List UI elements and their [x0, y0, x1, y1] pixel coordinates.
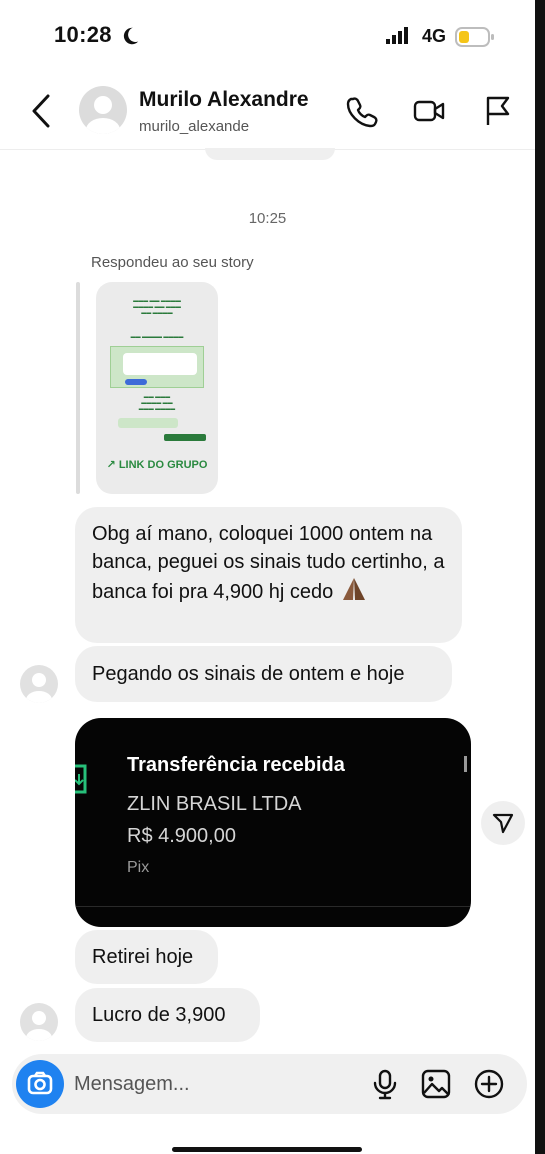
camera-icon: [27, 1071, 53, 1095]
chat-header: Murilo Alexandre murilo_alexande: [0, 76, 535, 150]
message-text: Retirei hoje: [92, 946, 194, 968]
moon-icon: [123, 27, 139, 45]
story-reply-label: Respondeu ao seu story: [91, 254, 254, 271]
message-bubble[interactable]: Lucro de 3,900: [75, 988, 260, 1042]
receipt-amount: R$ 4.900,00: [127, 825, 236, 847]
user-placeholder-icon: [26, 1011, 52, 1041]
back-arrow-icon[interactable]: [28, 92, 54, 130]
receipt-method: Pix: [127, 859, 150, 876]
add-icon[interactable]: [472, 1067, 506, 1101]
story-button: [164, 434, 206, 441]
phone-icon[interactable]: [345, 94, 379, 128]
status-time: 10:28: [54, 22, 112, 47]
receipt-divider: [75, 906, 471, 907]
receipt-company: ZLIN BRASIL LTDA: [127, 793, 302, 815]
microphone-icon[interactable]: [368, 1067, 402, 1101]
network-type: 4G: [422, 26, 447, 46]
reply-indicator-bar: [76, 282, 80, 494]
previous-message-edge: [205, 148, 335, 160]
battery-icon: [455, 27, 494, 47]
pix-transfer-icon: [75, 764, 87, 794]
home-indicator: [172, 1147, 362, 1152]
message-bubble[interactable]: Retirei hoje: [75, 930, 218, 984]
receipt-title: Transferência recebida: [127, 754, 345, 776]
message-bubble[interactable]: Pegando os sinais de ontem e hoje: [75, 646, 452, 702]
message-input[interactable]: [74, 1068, 354, 1100]
contact-avatar[interactable]: [79, 86, 127, 134]
message-composer: [12, 1054, 527, 1114]
story-quote-text: ▬▬ ▬▬▬ ▬▬▬▬ ▬▬ ▬▬▬ ▬▬▬▬: [138, 394, 176, 412]
user-placeholder-icon: [26, 673, 52, 703]
story-thumbnail[interactable]: ▬▬▬ ▬▬ ▬▬▬▬ ▬▬▬▬ ▬▬ ▬▬▬ ▬▬ ▬▬▬▬ ▬▬ ▬▬▬▬ ▬▬…: [96, 282, 218, 494]
sender-avatar[interactable]: [20, 1003, 58, 1041]
flag-icon[interactable]: [481, 94, 515, 128]
message-text: Obg aí mano, coloquei 1000 ontem na banc…: [92, 523, 445, 603]
contact-name[interactable]: Murilo Alexandre: [139, 88, 309, 112]
user-placeholder-icon: [86, 96, 120, 134]
status-bar: 10:28 4G: [0, 0, 535, 74]
send-icon: [492, 813, 514, 834]
story-group-link: ↗ LINK DO GRUPO: [106, 459, 208, 471]
cropped-text-fragment: [464, 756, 467, 772]
payment-receipt-image[interactable]: Transferência recebida ZLIN BRASIL LTDA …: [75, 718, 471, 927]
camera-button[interactable]: [16, 1060, 64, 1108]
signal-icon: [386, 27, 408, 44]
screen-edge: [535, 0, 545, 1154]
message-text: Lucro de 3,900: [92, 1004, 226, 1026]
video-camera-icon[interactable]: [412, 94, 446, 128]
thread-timestamp: 10:25: [248, 210, 287, 227]
story-heading-text: ▬▬▬ ▬▬ ▬▬▬▬ ▬▬▬▬ ▬▬ ▬▬▬ ▬▬ ▬▬▬▬: [133, 298, 181, 316]
story-chat-card: [110, 346, 204, 388]
gallery-icon[interactable]: [419, 1067, 453, 1101]
story-subheading-text: ▬▬ ▬▬▬▬ ▬▬▬▬: [130, 334, 184, 340]
message-bubble[interactable]: Obg aí mano, coloquei 1000 ontem na banc…: [75, 507, 462, 643]
contact-handle[interactable]: murilo_alexande: [139, 118, 249, 135]
message-text: Pegando os sinais de ontem e hoje: [92, 663, 405, 685]
share-button[interactable]: [481, 801, 525, 845]
praying-hands-icon: [342, 578, 365, 600]
sender-avatar[interactable]: [20, 665, 58, 703]
story-chip: [118, 418, 178, 428]
